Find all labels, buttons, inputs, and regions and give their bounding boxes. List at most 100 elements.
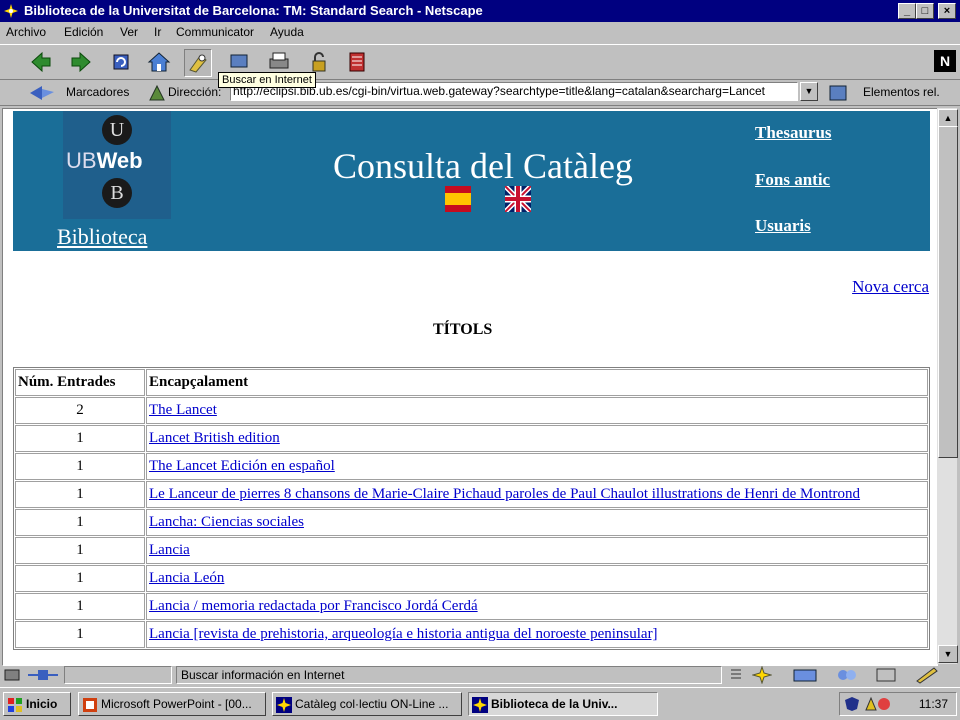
- task-cataleg[interactable]: Catàleg col·lectiu ON-Line ...: [272, 692, 462, 716]
- ubweb-logo: U UBWeb B: [63, 111, 171, 219]
- composer-icon[interactable]: [874, 666, 898, 684]
- menu-ayuda[interactable]: Ayuda: [270, 25, 304, 39]
- maximize-button[interactable]: □: [916, 3, 934, 19]
- status-bar: Buscar información en Internet: [0, 664, 960, 686]
- results-table: Núm. Entrades Encapçalament 2 The Lancet…: [13, 367, 930, 650]
- address-label: Dirección:: [168, 85, 222, 99]
- logo-letter-b: B: [102, 178, 132, 208]
- entry-link[interactable]: The Lancet: [149, 402, 217, 418]
- section-title: TÍTOLS: [433, 321, 493, 338]
- fons-antic-link[interactable]: Fons antic: [755, 170, 830, 190]
- logo-ubweb: UBWeb: [66, 148, 143, 174]
- windows-logo-icon: [8, 698, 22, 712]
- navigation-toolbar: [0, 44, 960, 80]
- thesaurus-link[interactable]: Thesaurus: [755, 123, 832, 143]
- menu-edicion[interactable]: Edición: [64, 25, 103, 39]
- entry-cell: Lancia / memoria redactada por Francisco…: [146, 593, 928, 620]
- entry-count: 1: [15, 453, 145, 480]
- page-proxy-icon[interactable]: [148, 84, 166, 102]
- entry-cell: Lancia [revista de prehistoria, arqueolo…: [146, 621, 928, 648]
- powerpoint-icon: [83, 698, 97, 712]
- entry-link[interactable]: Lancia León: [149, 570, 224, 586]
- minimize-button[interactable]: _: [898, 3, 916, 19]
- bookmarks-icon[interactable]: [28, 84, 62, 102]
- stop-icon[interactable]: [344, 49, 370, 75]
- progress-bar: [64, 666, 172, 684]
- bookmarks-button[interactable]: Marcadores: [66, 85, 129, 99]
- entry-count: 1: [15, 565, 145, 592]
- table-row: 1 Lancia León: [15, 565, 928, 592]
- spanish-flag-icon[interactable]: [445, 186, 471, 212]
- tray-apps-icon[interactable]: [864, 696, 892, 712]
- table-header-row: Núm. Entrades Encapçalament: [15, 369, 928, 396]
- entry-cell: Lancha: Ciencias sociales: [146, 509, 928, 536]
- entry-count: 1: [15, 425, 145, 452]
- menu-bar: Archivo Edición Ver Ir Communicator Ayud…: [0, 22, 960, 44]
- entry-link[interactable]: Lancia [revista de prehistoria, arqueolo…: [149, 626, 658, 642]
- entry-count: 1: [15, 509, 145, 536]
- toolbar-tooltip: Buscar en Internet: [218, 72, 316, 88]
- menu-communicator[interactable]: Communicator: [176, 25, 254, 39]
- menu-archivo[interactable]: Archivo: [6, 25, 46, 39]
- location-bar: Marcadores Dirección: http://eclipsi.bib…: [0, 80, 960, 106]
- logo-letter-u: U: [102, 115, 132, 145]
- entry-cell: Lancet British edition: [146, 425, 928, 452]
- column-header-count: Núm. Entrades: [15, 369, 145, 396]
- clock[interactable]: 11:37: [919, 697, 948, 711]
- entry-link[interactable]: Le Lanceur de pierres 8 chansons de Mari…: [149, 486, 860, 502]
- related-icon[interactable]: [828, 83, 850, 103]
- edit-icon[interactable]: [914, 666, 940, 684]
- window-titlebar[interactable]: Biblioteca de la Universitat de Barcelon…: [0, 0, 960, 22]
- table-row: 1 Lancia / memoria redactada por Francis…: [15, 593, 928, 620]
- reload-icon[interactable]: [108, 49, 134, 75]
- address-dropdown-icon[interactable]: ▼: [800, 82, 818, 101]
- search-icon[interactable]: [184, 49, 212, 77]
- vertical-scrollbar[interactable]: ▲ ▼: [937, 108, 958, 664]
- entry-link[interactable]: The Lancet Edición en español: [149, 458, 335, 474]
- taskbar: Inicio Microsoft PowerPoint - [00... Cat…: [0, 687, 960, 720]
- entry-cell: The Lancet: [146, 397, 928, 424]
- task-powerpoint[interactable]: Microsoft PowerPoint - [00...: [78, 692, 266, 716]
- shield-icon[interactable]: [844, 696, 860, 712]
- entry-link[interactable]: Lancia / memoria redactada por Francisco…: [149, 598, 478, 614]
- entry-count: 1: [15, 621, 145, 648]
- entry-link[interactable]: Lancia: [149, 542, 190, 558]
- menu-ir[interactable]: Ir: [154, 25, 161, 39]
- scroll-up-icon[interactable]: ▲: [938, 109, 958, 127]
- nova-cerca-link[interactable]: Nova cerca: [852, 277, 929, 297]
- netscape-app-icon: [3, 3, 19, 19]
- entry-link[interactable]: Lancet British edition: [149, 430, 280, 446]
- entry-cell: Lancia: [146, 537, 928, 564]
- connection-icon: [4, 669, 20, 681]
- entry-link[interactable]: Lancha: Ciencias sociales: [149, 514, 304, 530]
- task-label: Catàleg col·lectiu ON-Line ...: [295, 697, 449, 711]
- uk-flag-icon[interactable]: [505, 186, 531, 212]
- table-row: 1 Lancet British edition: [15, 425, 928, 452]
- entry-cell: The Lancet Edición en español: [146, 453, 928, 480]
- netscape-task-icon: [472, 697, 488, 713]
- mail-icon[interactable]: [792, 666, 818, 684]
- entry-count: 1: [15, 537, 145, 564]
- system-tray: 11:37: [839, 692, 957, 716]
- scroll-thumb[interactable]: [938, 126, 958, 458]
- task-biblioteca-active[interactable]: Biblioteca de la Univ...: [468, 692, 658, 716]
- back-icon[interactable]: [28, 49, 54, 75]
- start-button[interactable]: Inicio: [3, 692, 71, 716]
- table-row: 1 Lancia [revista de prehistoria, arqueo…: [15, 621, 928, 648]
- home-icon[interactable]: [146, 49, 172, 75]
- window-title: Biblioteca de la Universitat de Barcelon…: [24, 3, 483, 18]
- menu-ver[interactable]: Ver: [120, 25, 138, 39]
- close-button[interactable]: ×: [938, 3, 956, 19]
- status-text: Buscar información en Internet: [176, 666, 722, 684]
- related-button[interactable]: Elementos rel.: [863, 85, 940, 99]
- logo-web-text: Web: [96, 148, 143, 173]
- page-viewport: U UBWeb B Biblioteca Consulta del Catàle…: [2, 108, 938, 666]
- discussion-icon[interactable]: [834, 666, 860, 684]
- start-label: Inicio: [26, 697, 58, 711]
- biblioteca-link[interactable]: Biblioteca: [57, 224, 147, 250]
- table-row: 1 Lancha: Ciencias sociales: [15, 509, 928, 536]
- usuaris-link[interactable]: Usuaris: [755, 216, 811, 236]
- table-row: 1 Le Lanceur de pierres 8 chansons de Ma…: [15, 481, 928, 508]
- scroll-down-icon[interactable]: ▼: [938, 645, 958, 663]
- forward-icon[interactable]: [68, 49, 94, 75]
